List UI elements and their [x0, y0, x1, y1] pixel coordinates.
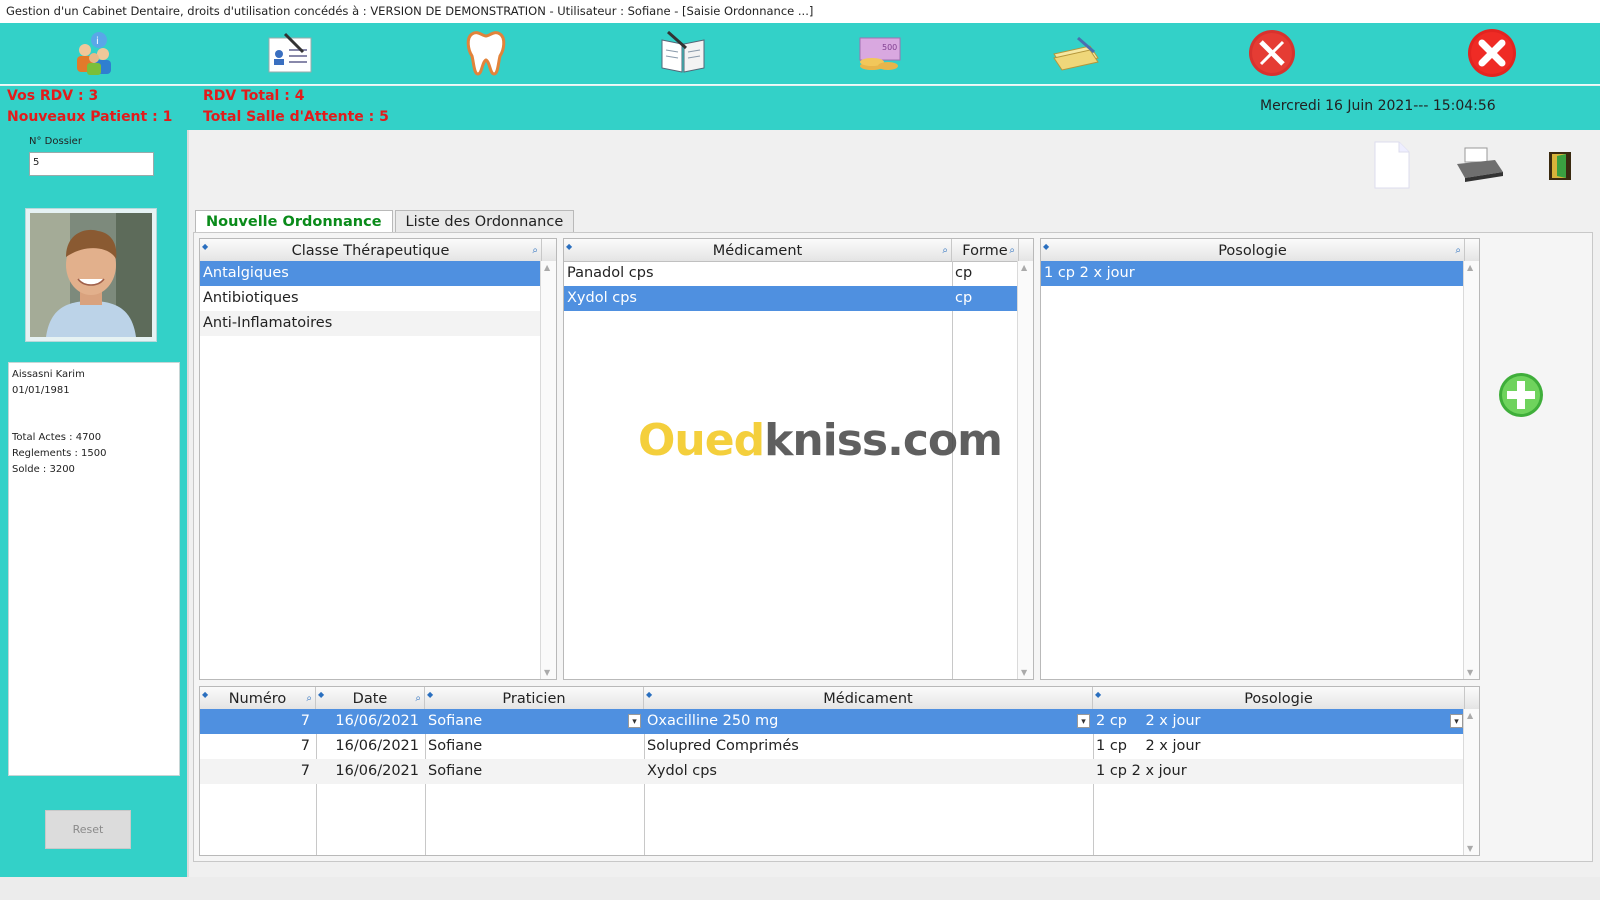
- scrollbar[interactable]: ▲ ▼: [1017, 261, 1033, 679]
- list-item[interactable]: Anti-Inflamatoires: [200, 311, 542, 336]
- sort-icon[interactable]: ◆: [318, 687, 324, 707]
- patient-name: Aissasni Karim: [12, 369, 85, 380]
- search-icon[interactable]: ⌕: [942, 239, 948, 263]
- list-item[interactable]: 1 cp 2 x jour: [1041, 261, 1465, 286]
- patient-info-box: Aissasni Karim 01/01/1981 Total Actes : …: [8, 362, 180, 776]
- search-icon[interactable]: ⌕: [306, 687, 312, 711]
- grid-header: ◆ Posologie ⌕: [1041, 239, 1479, 262]
- printer-icon[interactable]: [1455, 144, 1505, 188]
- chevron-down-icon[interactable]: ▾: [1450, 714, 1463, 728]
- new-document-icon[interactable]: [1371, 140, 1411, 190]
- search-icon[interactable]: ⌕: [1009, 239, 1015, 263]
- tools-icon[interactable]: [1246, 27, 1298, 79]
- vos-rdv: Vos RDV : 3: [7, 88, 99, 104]
- sort-icon[interactable]: ◆: [1043, 239, 1049, 259]
- datetime-display: Mercredi 16 Juin 2021--- 15:04:56: [1260, 98, 1496, 114]
- patients-icon[interactable]: i: [68, 27, 120, 79]
- chevron-down-icon[interactable]: ▾: [1077, 714, 1090, 728]
- tab-strip: Nouvelle Ordonnance Liste des Ordonnance: [195, 210, 576, 232]
- sort-icon[interactable]: ◆: [646, 687, 652, 707]
- table-row[interactable]: Panadol cps cp: [564, 261, 1019, 286]
- table-row[interactable]: 7 16/06/2021 Sofiane Solupred Comprimés …: [200, 734, 1465, 759]
- dossier-icon[interactable]: [264, 27, 316, 79]
- column-header-classe[interactable]: ◆ Classe Thérapeutique ⌕: [200, 239, 542, 261]
- classe-therapeutique-grid: ◆ Classe Thérapeutique ⌕ Antalgiques Ant…: [199, 238, 557, 680]
- grid-header: ◆ Classe Thérapeutique ⌕: [200, 239, 556, 262]
- svg-text:i: i: [96, 36, 99, 47]
- tooth-icon[interactable]: [460, 27, 512, 79]
- dossier-label: N° Dossier: [29, 136, 82, 147]
- column-header-numero[interactable]: ◆ Numéro ⌕: [200, 687, 316, 709]
- sort-icon[interactable]: ◆: [427, 687, 433, 707]
- main-panel: Nouvelle Ordonnance Liste des Ordonnance…: [187, 130, 1600, 877]
- book-icon[interactable]: [657, 27, 709, 79]
- column-header-medicament[interactable]: ◆ Médicament: [644, 687, 1093, 709]
- column-header-forme[interactable]: Forme ⌕: [952, 239, 1019, 261]
- add-icon[interactable]: [1497, 371, 1545, 419]
- chevron-down-icon[interactable]: ▾: [628, 714, 641, 728]
- column-header-date[interactable]: ◆ Date ⌕: [316, 687, 425, 709]
- exit-door-icon[interactable]: [1547, 150, 1573, 182]
- tab-nouvelle-ordonnance[interactable]: Nouvelle Ordonnance: [195, 210, 393, 232]
- status-bar: [0, 877, 1600, 900]
- search-icon[interactable]: ⌕: [1455, 239, 1461, 263]
- search-icon[interactable]: ⌕: [532, 239, 538, 263]
- table-row[interactable]: Xydol cps cp: [564, 286, 1019, 311]
- scrollbar[interactable]: ▲ ▼: [1463, 709, 1479, 855]
- window-title: Gestion d'un Cabinet Dentaire, droits d'…: [0, 0, 1600, 23]
- close-icon[interactable]: [1466, 27, 1518, 79]
- solde: Solde : 3200: [12, 464, 75, 475]
- reset-button[interactable]: Reset: [45, 810, 131, 849]
- main-toolbar: i 500: [0, 23, 1600, 85]
- table-row[interactable]: 7 16/06/2021 Sofiane ▾ Oxacilline 250 mg…: [200, 709, 1465, 734]
- list-item[interactable]: Antibiotiques: [200, 286, 542, 311]
- sort-icon[interactable]: ◆: [566, 239, 572, 259]
- grid-header: ◆ Numéro ⌕ ◆ Date ⌕ ◆ Praticien ◆ Médica…: [200, 687, 1479, 710]
- scrollbar[interactable]: ▲ ▼: [540, 261, 556, 679]
- sort-icon[interactable]: ◆: [1095, 687, 1101, 707]
- patient-sidebar: N° Dossier 5 Aissasni Karim 01/01/1981 T…: [0, 130, 187, 877]
- total-actes: Total Actes : 4700: [12, 432, 102, 443]
- svg-text:500: 500: [882, 43, 897, 52]
- sort-icon[interactable]: ◆: [202, 687, 208, 707]
- posologie-grid: ◆ Posologie ⌕ 1 cp 2 x jour ▲ ▼: [1040, 238, 1480, 680]
- salle-attente: Total Salle d'Attente : 5: [203, 109, 389, 125]
- sort-icon[interactable]: ◆: [202, 239, 208, 259]
- column-header-praticien[interactable]: ◆ Praticien: [425, 687, 644, 709]
- info-bar: Vos RDV : 3 Nouveaux Patient : 1 RDV Tot…: [0, 86, 1600, 130]
- patient-dob: 01/01/1981: [12, 385, 70, 396]
- search-icon[interactable]: ⌕: [415, 687, 421, 711]
- grid-header: ◆ Médicament ⌕ Forme ⌕: [564, 239, 1033, 262]
- column-header-medicament[interactable]: ◆ Médicament ⌕: [564, 239, 952, 261]
- scrollbar[interactable]: ▲ ▼: [1463, 261, 1479, 679]
- tab-liste-ordonnance[interactable]: Liste des Ordonnance: [394, 210, 575, 232]
- rdv-total: RDV Total : 4: [203, 88, 305, 104]
- patient-photo: [25, 208, 157, 342]
- payment-icon[interactable]: [1050, 27, 1102, 79]
- column-header-posologie[interactable]: ◆ Posologie ⌕: [1041, 239, 1465, 261]
- nouveaux-patient: Nouveaux Patient : 1: [7, 109, 173, 125]
- column-header-posologie[interactable]: ◆ Posologie: [1093, 687, 1465, 709]
- list-item[interactable]: Antalgiques: [200, 261, 542, 286]
- ordonnance-grid: ◆ Numéro ⌕ ◆ Date ⌕ ◆ Praticien ◆ Médica…: [199, 686, 1480, 856]
- table-row[interactable]: 7 16/06/2021 Sofiane Xydol cps 1 cp 2 x …: [200, 759, 1465, 784]
- dossier-input[interactable]: 5: [29, 152, 154, 176]
- money-icon[interactable]: 500: [853, 27, 905, 79]
- watermark: Ouedkniss.com: [638, 415, 1003, 466]
- tab-panel: ◆ Classe Thérapeutique ⌕ Antalgiques Ant…: [193, 232, 1593, 862]
- reglements: Reglements : 1500: [12, 448, 107, 459]
